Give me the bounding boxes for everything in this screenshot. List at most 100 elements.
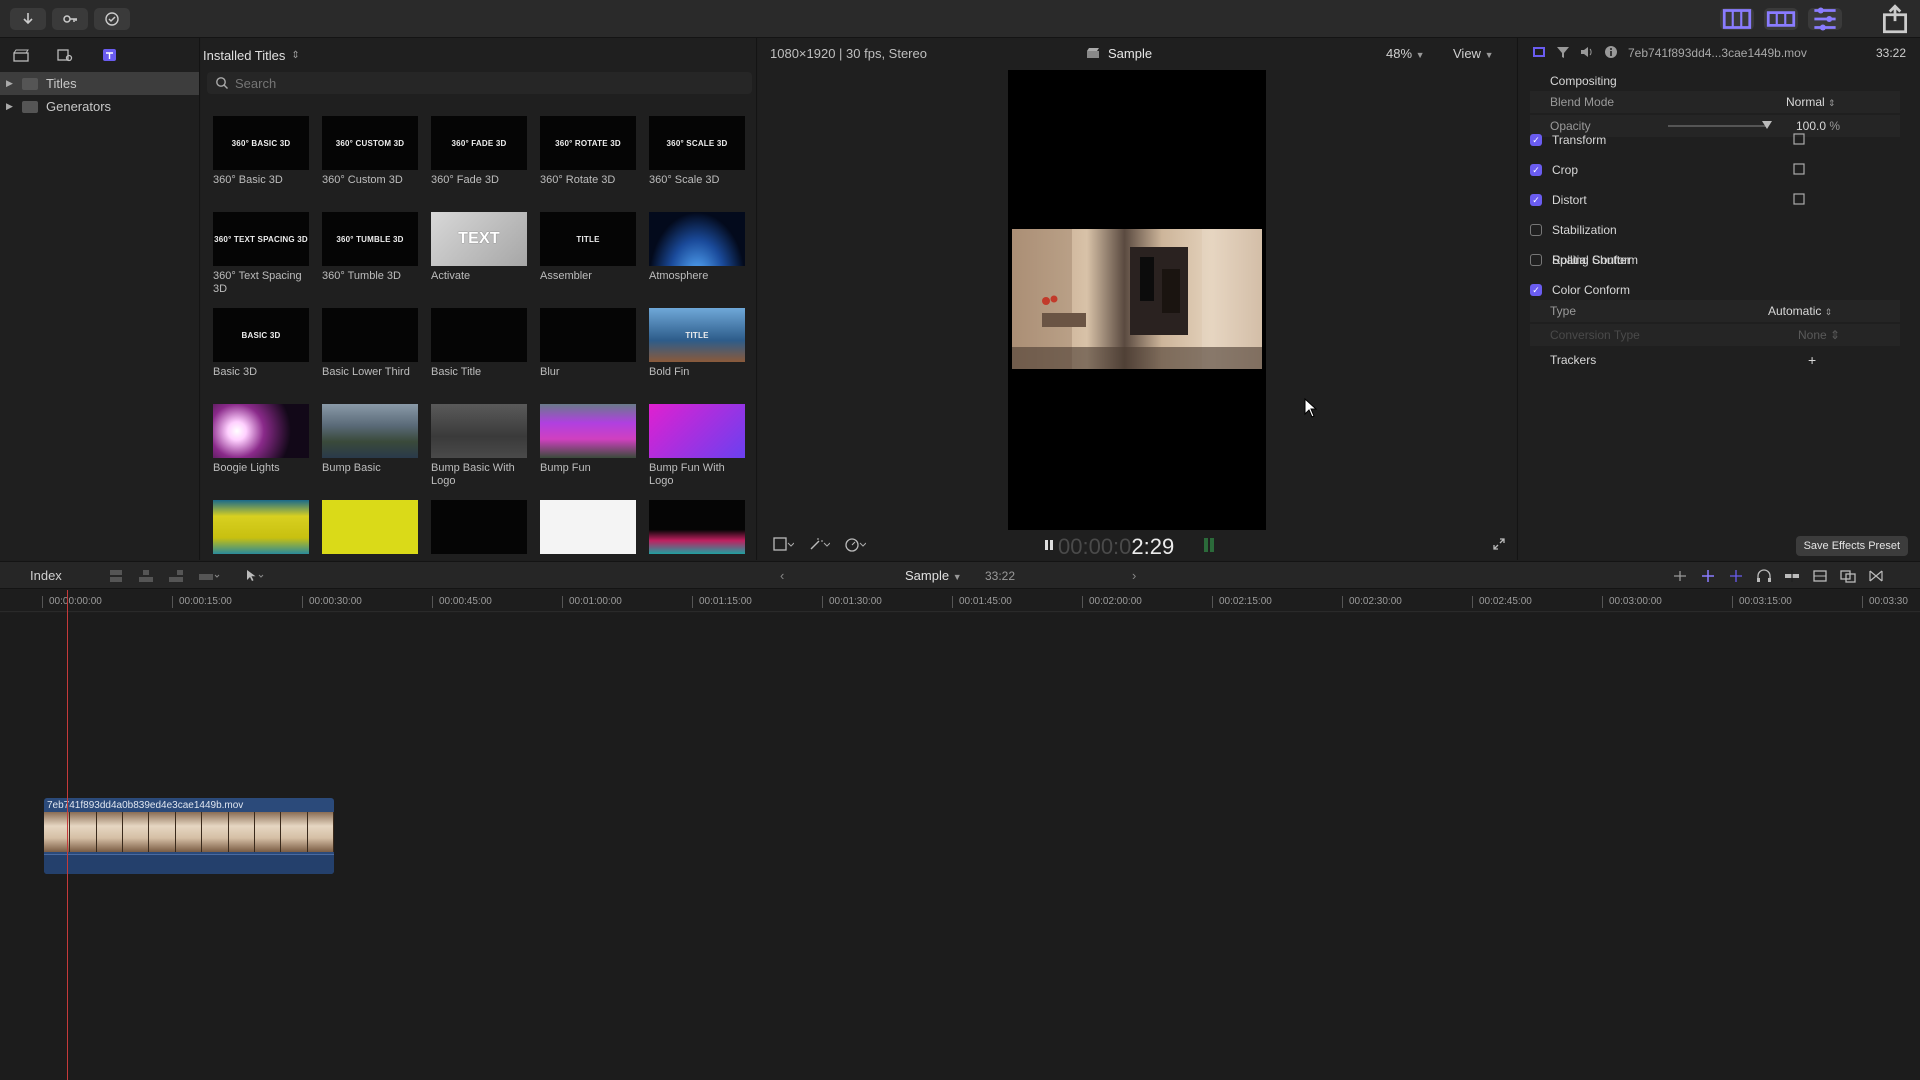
title-tile[interactable] — [540, 500, 636, 558]
chevron-updown-icon[interactable]: ⇕ — [291, 50, 299, 61]
save-effects-preset-button[interactable]: Save Effects Preset — [1795, 536, 1908, 556]
type-value: Automatic — [1768, 304, 1822, 318]
search-box[interactable] — [207, 72, 752, 94]
insert-button[interactable] — [138, 569, 154, 586]
title-tile[interactable]: Atmosphere — [649, 212, 745, 283]
opacity-slider[interactable] — [1668, 125, 1768, 127]
disclosure-triangle-icon[interactable]: ▶ — [6, 78, 16, 89]
fullscreen-button[interactable] — [1492, 537, 1506, 554]
zoom-menu[interactable]: 48% ▼ — [1386, 46, 1425, 61]
title-tile[interactable]: Bump Fun With Logo — [649, 404, 745, 488]
layout-browser-toggle[interactable] — [1720, 8, 1754, 30]
video-frame — [1012, 229, 1262, 369]
video-canvas[interactable] — [1008, 70, 1266, 530]
view-menu[interactable]: View ▼ — [1453, 46, 1494, 61]
checkbox[interactable] — [1530, 284, 1542, 296]
skimming-toggle[interactable] — [1700, 569, 1716, 586]
import-button[interactable] — [10, 8, 46, 30]
libraries-tab[interactable] — [10, 46, 32, 64]
add-tracker-button[interactable]: + — [1808, 352, 1816, 368]
video-clip[interactable]: 7eb741f893dd4a0b839ed4e3cae1449b.mov — [44, 798, 334, 874]
solo-button[interactable] — [1756, 569, 1772, 586]
title-tile[interactable]: TITLE Assembler — [540, 212, 636, 283]
forward-arrow-button[interactable]: › — [1132, 568, 1136, 583]
title-tile[interactable]: 360° TEXT SPACING 3D 360° Text Spacing 3D — [213, 212, 309, 296]
search-input[interactable] — [235, 75, 715, 91]
title-tile[interactable]: Bump Basic — [322, 404, 418, 475]
title-tile[interactable]: 360° FADE 3D 360° Fade 3D — [431, 116, 527, 187]
title-tile-label: Bump Fun With Logo — [649, 462, 725, 487]
title-tile[interactable]: Basic Title — [431, 308, 527, 379]
video-inspector-tab[interactable] — [1532, 45, 1546, 62]
compositing-label: Compositing — [1550, 74, 1617, 88]
checkbox[interactable] — [1530, 194, 1542, 206]
title-tile[interactable] — [431, 500, 527, 558]
timeline-ruler[interactable]: 00:00:00:00 00:00:15:00 00:00:30:00 00:00:4… — [0, 590, 1920, 612]
timeline-index-button[interactable]: Index — [30, 568, 62, 583]
title-tile[interactable]: 360° TUMBLE 3D 360° Tumble 3D — [322, 212, 418, 283]
snapping-toggle[interactable] — [1784, 569, 1800, 586]
share-button[interactable] — [1878, 4, 1912, 34]
title-tile[interactable]: 360° ROTATE 3D 360° Rotate 3D — [540, 116, 636, 187]
type-popup[interactable]: Automatic ⇕ — [1768, 304, 1832, 318]
title-tile[interactable]: 360° BASIC 3D 360° Basic 3D — [213, 116, 309, 187]
overwrite-button[interactable] — [198, 569, 220, 586]
checkbox[interactable] — [1530, 164, 1542, 176]
checkbox[interactable] — [1530, 224, 1542, 236]
title-tile[interactable]: Boogie Lights — [213, 404, 309, 475]
crop-icon[interactable] — [1792, 162, 1806, 178]
transform-tool-button[interactable] — [772, 536, 795, 555]
timeline-area[interactable]: 7eb741f893dd4a0b839ed4e3cae1449b.mov — [0, 613, 1920, 1080]
speed-button[interactable] — [844, 536, 867, 555]
audio-inspector-tab[interactable] — [1580, 45, 1594, 62]
checkbox[interactable] — [1530, 134, 1542, 146]
title-tile[interactable] — [649, 500, 745, 558]
title-tile[interactable]: 360° CUSTOM 3D 360° Custom 3D — [322, 116, 418, 187]
browser-title[interactable]: Installed Titles — [203, 48, 285, 63]
sidebar-item-generators[interactable]: ▶ Generators — [0, 95, 199, 118]
photos-audio-tab[interactable] — [54, 46, 76, 64]
snapping-icon — [1785, 570, 1799, 582]
opacity-slider-knob[interactable] — [1762, 121, 1772, 129]
title-tile[interactable]: Bump Fun — [540, 404, 636, 475]
title-thumbnail: TITLE — [649, 308, 745, 362]
effects-browser-button[interactable] — [1840, 569, 1856, 586]
layout-timeline-toggle[interactable] — [1764, 8, 1798, 30]
layout-inspector-toggle[interactable] — [1808, 7, 1842, 31]
background-tasks-button[interactable] — [94, 8, 130, 30]
sidebar-item-label: Titles — [46, 76, 77, 91]
connect-button[interactable] — [108, 569, 124, 586]
sidebar-item-titles[interactable]: ▶ Titles — [0, 72, 199, 95]
pause-button[interactable] — [1044, 539, 1054, 554]
disclosure-triangle-icon[interactable]: ▶ — [6, 101, 16, 112]
title-tile[interactable]: Basic Lower Third — [322, 308, 418, 379]
title-tile[interactable]: BASIC 3D Basic 3D — [213, 308, 309, 379]
title-tile[interactable] — [322, 500, 418, 558]
audio-meter-right — [1210, 538, 1214, 552]
info-inspector-tab[interactable] — [1604, 45, 1618, 62]
title-tile[interactable]: TEXT Activate — [431, 212, 527, 283]
audio-skimming-toggle[interactable] — [1728, 569, 1744, 586]
clip-appearance-button[interactable] — [1812, 569, 1828, 586]
title-tile[interactable]: TITLE Bold Fin — [649, 308, 745, 379]
effects-icon — [1840, 570, 1856, 583]
distort-icon[interactable] — [1792, 192, 1806, 208]
back-arrow-button[interactable]: ‹ — [780, 568, 784, 583]
title-tile[interactable]: Bump Basic With Logo — [431, 404, 527, 488]
title-tile[interactable]: 360° SCALE 3D 360° Scale 3D — [649, 116, 745, 187]
zoom-to-fit-button[interactable] — [1672, 569, 1688, 586]
append-button[interactable] — [168, 569, 184, 586]
title-tile[interactable] — [213, 500, 309, 558]
select-tool-button[interactable] — [244, 569, 266, 586]
color-inspector-tab[interactable] — [1556, 45, 1570, 62]
timeline-project-menu[interactable]: Sample ▼ — [905, 568, 962, 583]
titles-generators-tab[interactable] — [98, 46, 120, 64]
blend-mode-popup[interactable]: Normal ⇕ — [1786, 95, 1836, 109]
keywords-button[interactable] — [52, 8, 88, 30]
transitions-browser-button[interactable] — [1868, 569, 1884, 586]
playhead[interactable] — [67, 590, 68, 1080]
title-tile[interactable]: Blur — [540, 308, 636, 379]
transform-icon[interactable] — [1792, 132, 1806, 148]
sidebar-item-label: Generators — [46, 99, 112, 114]
enhancements-button[interactable] — [808, 536, 831, 555]
